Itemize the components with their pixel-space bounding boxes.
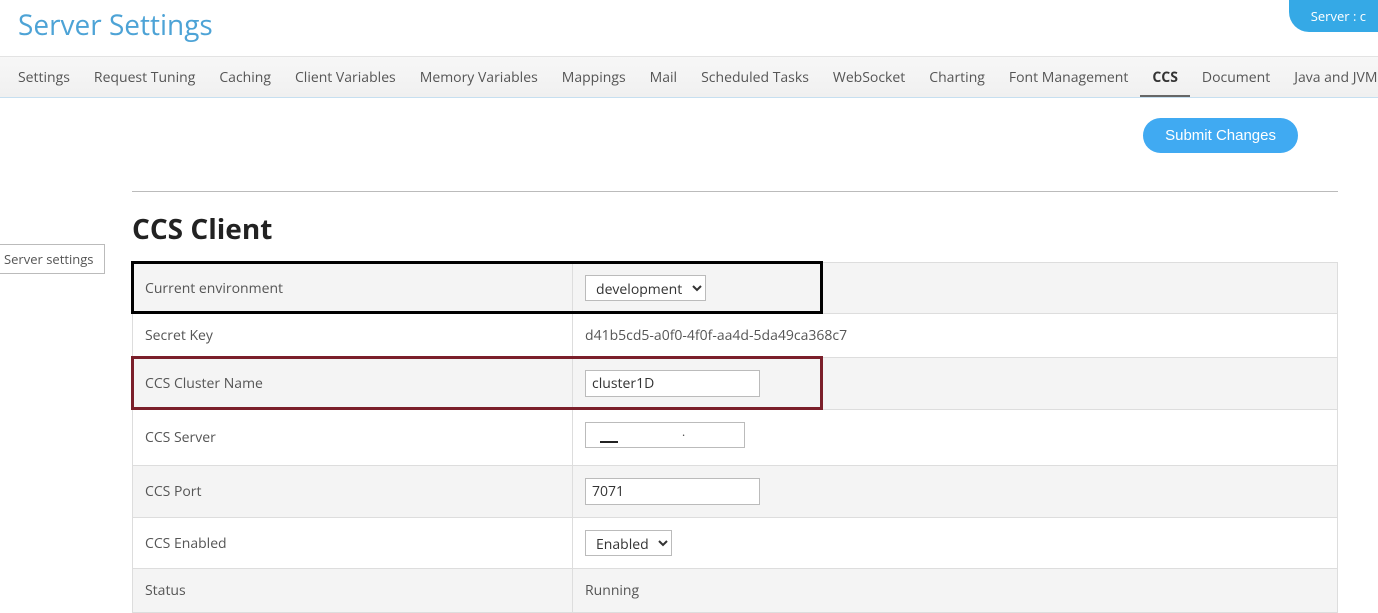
- tab-settings[interactable]: Settings: [6, 57, 82, 98]
- current-environment-select[interactable]: development: [585, 275, 706, 301]
- tab-mail[interactable]: Mail: [638, 57, 689, 98]
- cell-ccs-cluster-name-value: [573, 358, 823, 410]
- tab-memory-variables[interactable]: Memory Variables: [408, 57, 550, 98]
- row-status: Status Running: [133, 569, 1338, 613]
- tab-websocket[interactable]: WebSocket: [821, 57, 917, 98]
- ccs-server-input[interactable]: .: [585, 422, 745, 448]
- cell-current-environment-pad: [823, 263, 1338, 314]
- side-label-server-settings[interactable]: Server settings: [0, 244, 105, 274]
- cell-current-environment-value: development: [573, 263, 823, 314]
- tab-client-variables[interactable]: Client Variables: [283, 57, 408, 98]
- tab-request-tuning[interactable]: Request Tuning: [82, 57, 207, 98]
- row-ccs-cluster-name: CCS Cluster Name: [133, 358, 1338, 410]
- label-ccs-enabled: CCS Enabled: [133, 518, 573, 569]
- ccs-client-section: CCS Client Current environment developme…: [132, 191, 1338, 613]
- label-status: Status: [133, 569, 573, 613]
- page-title: Server Settings: [18, 6, 213, 44]
- value-secret-key: d41b5cd5-a0f0-4f0f-aa4d-5da49ca368c7: [573, 314, 1338, 358]
- tab-scheduled-tasks[interactable]: Scheduled Tasks: [689, 57, 821, 98]
- row-current-environment: Current environment development: [133, 263, 1338, 314]
- dot-mark: .: [682, 423, 685, 440]
- section-heading: CCS Client: [132, 210, 1338, 248]
- row-secret-key: Secret Key d41b5cd5-a0f0-4f0f-aa4d-5da49…: [133, 314, 1338, 358]
- submit-row: Submit Changes: [0, 98, 1378, 153]
- tab-mappings[interactable]: Mappings: [550, 57, 638, 98]
- row-ccs-port: CCS Port: [133, 466, 1338, 518]
- ccs-cluster-name-input[interactable]: [585, 370, 760, 397]
- submit-changes-button[interactable]: Submit Changes: [1143, 118, 1298, 153]
- ccs-form-table: Current environment development Secret K…: [132, 262, 1338, 613]
- tab-charting[interactable]: Charting: [917, 57, 997, 98]
- header: Server Settings Server : c: [0, 0, 1378, 56]
- tab-strip: SettingsRequest TuningCachingClient Vari…: [0, 56, 1378, 98]
- label-ccs-cluster-name: CCS Cluster Name: [133, 358, 573, 410]
- cell-ccs-cluster-name-pad: [823, 358, 1338, 410]
- server-chip[interactable]: Server : c: [1289, 0, 1378, 32]
- tab-font-management[interactable]: Font Management: [997, 57, 1140, 98]
- cell-ccs-port-value: [573, 466, 1338, 518]
- label-current-environment: Current environment: [133, 263, 573, 314]
- row-ccs-server: CCS Server .: [133, 410, 1338, 466]
- tab-ccs[interactable]: CCS: [1140, 57, 1190, 98]
- value-status: Running: [573, 569, 1338, 613]
- partial-text-mark: [600, 441, 618, 443]
- ccs-enabled-select[interactable]: Enabled: [585, 530, 672, 556]
- ccs-port-input[interactable]: [585, 478, 760, 505]
- label-secret-key: Secret Key: [133, 314, 573, 358]
- row-ccs-enabled: CCS Enabled Enabled: [133, 518, 1338, 569]
- label-ccs-server: CCS Server: [133, 410, 573, 466]
- label-ccs-port: CCS Port: [133, 466, 573, 518]
- cell-ccs-enabled-value: Enabled: [573, 518, 1338, 569]
- tab-caching[interactable]: Caching: [207, 57, 283, 98]
- tab-document[interactable]: Document: [1190, 57, 1282, 98]
- tab-java-and-jvm[interactable]: Java and JVM: [1282, 57, 1378, 98]
- cell-ccs-server-value: .: [573, 410, 1338, 466]
